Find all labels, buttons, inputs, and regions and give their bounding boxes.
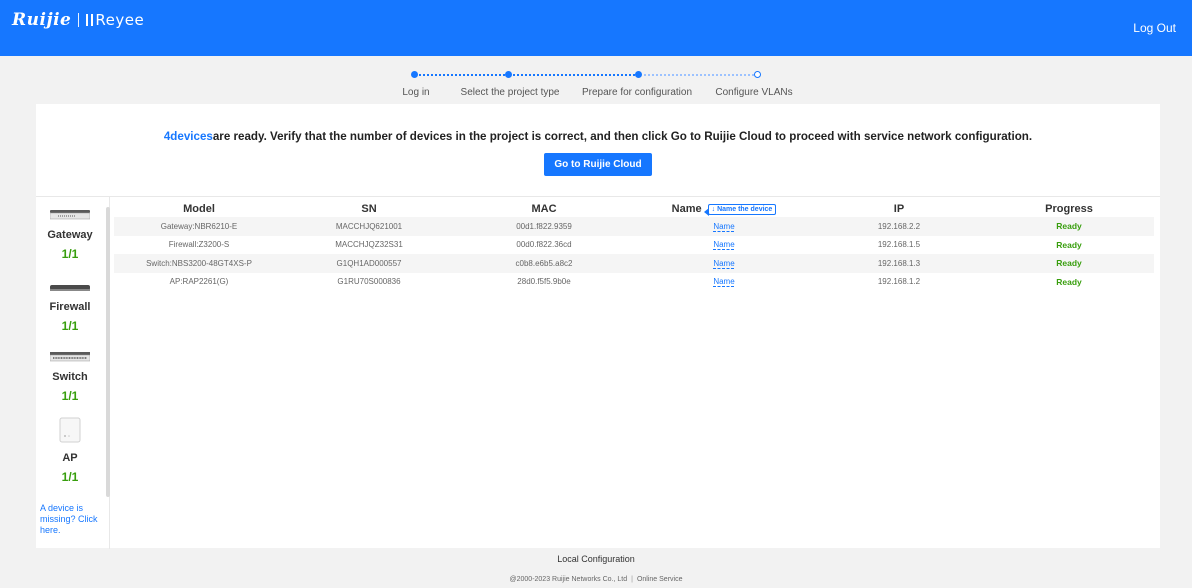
online-service-link[interactable]: Online Service [637,576,683,583]
step-connector [639,74,754,76]
cell-ip: 192.168.1.2 [877,277,921,287]
step-dot-vlans [754,71,761,78]
col-ip: IP [893,203,905,215]
step-label-login: Log in [402,87,430,98]
sidebar-device-name: Firewall [49,301,91,313]
cell-mac: 00d0.f822.36cd [516,240,572,250]
col-name-header: Name ↓ Name the device [634,201,814,217]
cell-progress: Ready [984,254,1154,273]
cell-model: Firewall:Z3200-S [168,240,230,250]
sidebar-device-gateway[interactable]: Gateway 1/1 [36,207,104,261]
copyright-text: @2000-2023 Ruijie Networks Co., Ltd [509,576,628,583]
step-dot-login [411,71,418,78]
device-panel: Gateway 1/1 Firewall 1/1 Switch 1/1 AP 1… [36,196,1160,549]
sidebar-device-name: AP [62,452,78,464]
cell-ip: 192.168.1.3 [814,254,984,273]
footer-copyright: @2000-2023 Ruijie Networks Co., Ltd | Onli… [0,576,1192,583]
firewall-icon [50,285,90,291]
footer-divider: | [631,576,633,583]
name-link[interactable]: Name [713,240,734,249]
status-ready: Ready [1056,239,1082,250]
ready-message-text: are ready. Verify that the number of dev… [212,130,1033,143]
cell-name: Name [634,236,814,255]
sidebar-device-firewall[interactable]: Firewall 1/1 [36,279,104,333]
cell-mac: 28d0.f5f5.9b0e [517,277,571,287]
logo-divider [78,13,80,27]
cell-name: Name [634,217,814,236]
cell-mac: 00d1.f822.9359 [454,217,634,236]
brand-logo: Ruijie Reyee [12,10,144,30]
missing-device-link[interactable]: A device is missing? Click here. [40,503,106,536]
cell-progress: Ready [984,217,1154,236]
ready-banner: 4devicesare ready. Verify that the numbe… [36,104,1160,196]
col-sn: SN [361,203,377,215]
logo-reyee: Reyee [86,11,144,29]
top-header: Ruijie Reyee Log Out [0,0,1192,56]
col-model: Model [183,203,215,215]
step-label-vlans: Configure VLANs [715,87,793,98]
cell-model: Gateway:NBR6210-E [114,217,284,236]
logo-ruijie: Ruijie [12,10,72,30]
table-row: Firewall:Z3200-S MACCHJQZ32S31 00d0.f822… [114,236,1154,255]
col-mac: MAC [531,203,557,215]
device-count: 4devices [163,130,213,143]
cell-name: Name [634,273,814,292]
cell-sn: MACCHJQ621001 [284,217,454,236]
cell-ip: 192.168.2.2 [814,217,984,236]
cell-mac: c0b8.e6b5.a8c2 [454,254,634,273]
name-device-tip[interactable]: ↓ Name the device [703,204,777,216]
name-link[interactable]: Name [713,259,734,268]
table-row: Switch:NBS3200-48GT4XS-P G1QH1AD000557 c… [114,254,1154,273]
status-ready: Ready [1056,221,1082,232]
step-label-project-type: Select the project type [460,87,560,98]
cell-name: Name [634,254,814,273]
cell-ip: 192.168.1.5 [877,240,921,250]
cell-progress: Ready [984,273,1154,292]
ap-icon [59,417,81,443]
logo-reyee-text: Reyee [95,11,145,29]
step-dot-project-type [505,71,512,78]
sidebar-device-name: Gateway [47,229,93,241]
sidebar-device-count: 1/1 [61,389,79,403]
status-ready: Ready [1056,258,1082,269]
name-link[interactable]: Name [713,277,734,286]
table-row: Gateway:NBR6210-E MACCHJQ621001 00d1.f82… [114,217,1154,236]
switch-icon [49,352,91,362]
step-connector [415,74,505,76]
name-link[interactable]: Name [713,222,734,231]
cell-sn: MACCHJQZ32S31 [335,240,403,250]
sidebar-device-ap[interactable]: AP 1/1 [36,417,104,484]
step-connector [509,74,635,76]
local-configuration-link[interactable]: Local Configuration [0,554,1192,564]
step-dot-prepare [635,71,642,78]
sidebar-device-count: 1/1 [61,247,79,261]
cell-model: Switch:NBS3200-48GT4XS-P [114,254,284,273]
sidebar-device-count: 1/1 [61,470,79,484]
sidebar-scrollbar[interactable] [106,207,110,497]
cell-sn: G1RU70S000836 [337,277,401,287]
device-table: Model SN MAC Name ↓ Name the device IP Pr… [114,201,1154,291]
col-name: Name [671,203,702,215]
progress-stepper: Log in Select the project type Prepare f… [380,68,820,100]
table-row: AP:RAP2261(G) G1RU70S000836 28d0.f5f5.9b… [114,273,1154,292]
sidebar-device-count: 1/1 [61,319,79,333]
cell-sn: G1QH1AD000557 [284,254,454,273]
col-progress: Progress [1045,203,1093,215]
ready-message: 4devicesare ready. Verify that the numbe… [36,130,1160,143]
logout-link[interactable]: Log Out [1133,21,1176,35]
gateway-icon [49,210,91,220]
cell-model: AP:RAP2261(G) [169,277,229,287]
sidebar-device-switch[interactable]: Switch 1/1 [36,349,104,403]
status-ready: Ready [1056,276,1082,287]
go-to-cloud-button[interactable]: Go to Ruijie Cloud [544,153,652,176]
table-header-row: Model SN MAC Name ↓ Name the device IP Pr… [114,201,1154,217]
device-type-sidebar: Gateway 1/1 Firewall 1/1 Switch 1/1 AP 1… [36,197,110,549]
cell-progress: Ready [984,236,1154,255]
step-label-prepare: Prepare for configuration [581,87,693,98]
sidebar-device-name: Switch [52,371,88,383]
reyee-mark-icon [86,14,94,26]
